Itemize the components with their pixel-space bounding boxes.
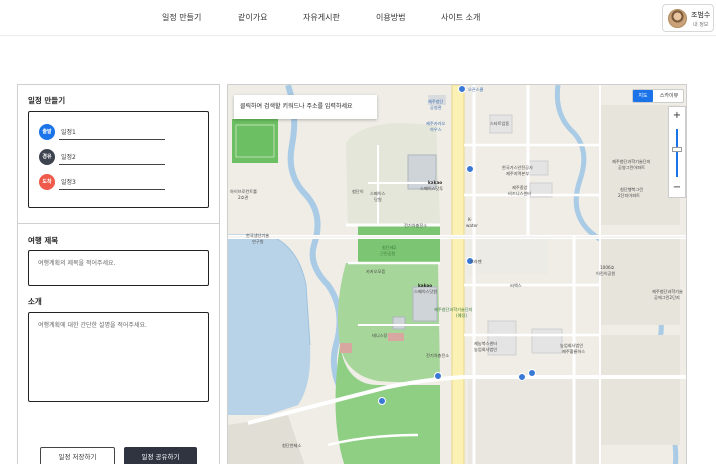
map-type-map-button[interactable]: 지도	[633, 90, 653, 102]
panel-divider	[18, 223, 219, 224]
map-label: K-	[468, 217, 472, 222]
start-badge: 출발	[39, 124, 55, 140]
zoom-control: + −	[668, 106, 686, 198]
bus-stop-icon[interactable]	[466, 165, 474, 173]
map-label: 2단지아파트	[618, 193, 640, 198]
map-label: 공영관	[430, 105, 442, 110]
map-label: 한국가스안전공사	[502, 165, 533, 170]
map-label: 비즈니스센터	[508, 191, 532, 196]
step-underline	[59, 189, 165, 190]
zoom-out-button[interactable]: −	[669, 181, 685, 195]
map-label: kakao	[418, 283, 433, 288]
map-label: 스페이스닷원	[414, 289, 438, 294]
profile-name: 조범수	[691, 11, 711, 19]
map-type-skyview-button[interactable]: 스카이뷰	[655, 90, 683, 102]
map-label: 씨엑스	[510, 283, 522, 288]
arrival-badge: 도착	[39, 174, 55, 190]
waypoint-badge: 경유	[39, 149, 55, 165]
step-underline	[59, 164, 165, 165]
route-step-arrival[interactable]: 도착 일정3	[39, 174, 179, 190]
map-label: 제주첨단과학기술단지	[612, 159, 651, 164]
intro-label: 소개	[28, 297, 42, 306]
nav-together[interactable]: 같이가요	[238, 12, 267, 23]
map-label: 연구원	[252, 239, 264, 244]
map-label: 전기차충전소	[426, 353, 450, 358]
map-label: 제농북스센터	[474, 341, 498, 346]
map-label: 제주첨단과학기술단지	[434, 307, 473, 312]
map-label: 첨단제2	[382, 245, 397, 250]
top-navigation: 일정 만들기 같이가요 자유게시판 이용방법 사이트 소개 조범수 내 정보	[0, 0, 716, 36]
route-step-start[interactable]: 출발 일정1	[39, 124, 179, 140]
map-label: 닷원	[374, 197, 382, 202]
map-label: 2호관	[238, 195, 249, 200]
route-step-label: 일정2	[61, 154, 76, 161]
bus-stop-icon[interactable]	[378, 397, 386, 405]
map-label: 전기차충전소	[404, 223, 428, 228]
map-label: 하우스	[430, 127, 442, 132]
avatar	[668, 9, 687, 28]
map-label: 하이브로컨트롤	[230, 189, 257, 194]
bus-stop-icon[interactable]	[434, 372, 442, 380]
map-label: 제주카카오	[426, 121, 446, 126]
map-label: 첨단이	[352, 189, 364, 194]
profile-subtitle: 내 정보	[693, 22, 709, 28]
trip-title-input[interactable]: 여행계획의 제목을 적어주세요.	[28, 250, 209, 286]
map-label: 한국생산기술	[246, 233, 270, 238]
map-label: 스페이스닷투	[420, 186, 444, 191]
bus-stop-icon[interactable]	[458, 85, 466, 93]
trip-title-placeholder: 여행계획의 제목을 적어주세요.	[38, 260, 116, 267]
map-label: 제주황룡하스	[562, 349, 586, 354]
route-step-waypoint[interactable]: 경유 일정2	[39, 149, 179, 165]
plan-section-title: 일정 만들기	[28, 96, 66, 105]
map-view[interactable]: 클릭하여 검색할 키워드나 주소를 입력하세요 지도 스카이뷰 + − 오픈스쿨…	[227, 84, 687, 464]
map-label: 제주첨단	[428, 99, 444, 104]
map-label: 카카오모음	[366, 269, 386, 274]
map-label: 어린이공원	[596, 271, 616, 276]
route-step-label: 일정1	[61, 129, 76, 136]
map-type-control: 지도 스카이뷰	[632, 89, 684, 103]
nav-free-board[interactable]: 자유게시판	[303, 12, 340, 23]
map-search-hint[interactable]: 클릭하여 검색할 키워드나 주소를 입력하세요	[234, 95, 377, 119]
step-underline	[59, 139, 165, 140]
map-label: (예정)	[456, 313, 467, 318]
nav-plan-create[interactable]: 일정 만들기	[162, 12, 201, 23]
map-label: 농업회사법인	[474, 347, 498, 352]
route-step-label: 일정3	[61, 179, 76, 186]
zoom-in-button[interactable]: +	[669, 109, 685, 123]
map-label: 제주중앙	[512, 185, 528, 190]
map-label: 오라벤	[470, 259, 482, 264]
plan-panel: 일정 만들기 출발 일정1 경유 일정2 도착 일정3 여행 제목 여행계획의 …	[17, 84, 220, 464]
trip-title-label: 여행 제목	[28, 236, 59, 245]
map-label: 오픈스쿨	[468, 87, 484, 92]
map-label: 공에그린2단지	[654, 295, 680, 300]
map-label: 제주지역본부	[506, 171, 530, 176]
map-label: 테니스장	[372, 333, 388, 338]
map-label: kakao	[428, 180, 443, 185]
map-label: water	[466, 223, 478, 228]
map-canvas[interactable]	[228, 85, 687, 464]
save-plan-button[interactable]: 일정 저장하기	[40, 447, 115, 464]
route-steps-box: 출발 일정1 경유 일정2 도착 일정3	[28, 111, 209, 208]
map-label: 스타트업동	[490, 121, 510, 126]
map-label: 1006호	[600, 265, 615, 270]
intro-textarea[interactable]: 여행계획에 대한 간단한 설명을 적어주세요.	[28, 312, 209, 402]
intro-placeholder: 여행계획에 대한 간단한 설명을 적어주세요.	[38, 322, 147, 329]
bus-stop-icon[interactable]	[528, 369, 536, 377]
map-label: 농업회사법인	[560, 343, 584, 348]
nav-how-to-use[interactable]: 이용방법	[376, 12, 405, 23]
zoom-slider-handle[interactable]	[672, 147, 682, 152]
map-label: 첨단연제소	[282, 443, 302, 448]
map-label: 스페이스	[370, 191, 386, 196]
share-plan-button[interactable]: 일정 공유하기	[124, 447, 197, 464]
map-label: 제주첨단과학기술	[652, 289, 683, 294]
map-label: 근린공원	[380, 251, 396, 256]
profile-button[interactable]: 조범수 내 정보	[662, 4, 714, 32]
nav-about-site[interactable]: 사이트 소개	[441, 12, 480, 23]
map-label: 첨단행복그린	[620, 187, 644, 192]
bus-stop-icon[interactable]	[518, 373, 526, 381]
zoom-slider-track[interactable]	[676, 129, 678, 177]
map-label: 공영그린아파트	[618, 165, 645, 170]
